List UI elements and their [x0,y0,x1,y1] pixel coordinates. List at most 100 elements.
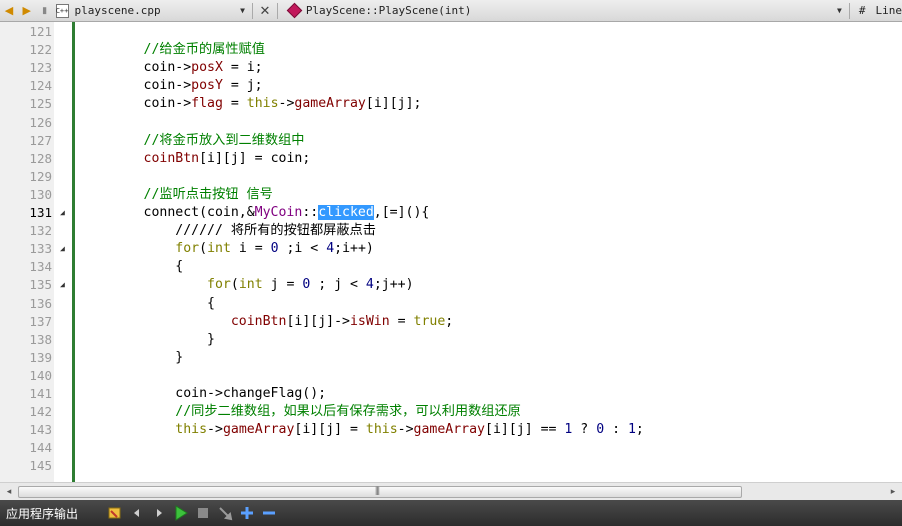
code-token: coinBtn [143,150,200,166]
code-line[interactable]: 137 coinBtn[i][j]->isWin = true; [0,313,902,331]
code-line[interactable]: 143 this->gameArray[i][j] = this->gameAr… [0,421,902,439]
code-token: gameArray [413,422,485,438]
code-token: { [80,295,215,311]
code-token: [i][j] = [294,422,366,438]
close-document-icon[interactable]: ✕ [256,3,274,19]
code-line[interactable]: 132 ////// 将所有的按钮都屏蔽点击 [0,222,902,240]
scrollbar-thumb[interactable]: ||| [18,485,742,498]
code-line[interactable]: 140 [0,367,902,385]
zoom-out-icon[interactable] [258,503,280,523]
code-text: //同步二维数组，如果以后有保存需求，可以利用数组还原 [80,403,521,421]
code-token: j = [262,277,303,293]
code-token: isWin [349,313,390,329]
code-line[interactable]: 136 { [0,295,902,313]
code-text: coin->posX = i; [80,59,263,77]
line-number: 144 [29,440,52,456]
run-icon[interactable] [170,503,192,523]
code-line[interactable]: 135 ◢ for(int j = 0 ; j < 4;j++) [0,276,902,294]
function-symbol-icon [286,2,303,19]
code-line[interactable]: 125 coin->flag = this->gameArray[i][j]; [0,95,902,113]
code-text: { [80,295,215,313]
fold-toggle-icon[interactable]: ◢ [60,204,65,222]
fold-toggle-icon[interactable]: ◢ [60,276,65,294]
code-token: ( [199,241,208,257]
code-token: gameArray [294,96,366,112]
back-arrow-icon[interactable]: ◀ [0,2,18,20]
symbol-selector[interactable]: PlayScene::PlayScene(int) ▼ [285,2,846,20]
code-text: } [80,349,183,367]
code-text: } [80,331,215,349]
code-text: //给金币的属性赋值 [80,41,265,59]
code-token: -> [397,422,414,438]
code-token: //给金币的属性赋值 [80,42,265,58]
next-item-icon[interactable] [148,503,170,523]
code-line[interactable]: 133 ◢ for(int i = 0 ;i < 4;i++) [0,240,902,258]
line-number: 125 [29,96,52,112]
code-token: ;j++) [373,277,414,293]
code-line[interactable]: 138 } [0,331,902,349]
code-token: 4 [365,277,374,293]
code-token: coin-> [80,96,192,112]
code-line[interactable]: 128 coinBtn[i][j] = coin; [0,150,902,168]
code-line[interactable]: 131 ◢ connect(coin,&MyCoin::clicked,[=]()… [0,204,902,222]
code-line[interactable]: 127 //将金币放入到二维数组中 [0,132,902,150]
line-number: 134 [29,259,52,275]
code-editor[interactable]: 121 122 //给金币的属性赋值 123 coin->posX = i; 124 … [0,22,902,482]
code-line[interactable]: 142 //同步二维数组，如果以后有保存需求，可以利用数组还原 [0,403,902,421]
clean-output-icon[interactable] [214,503,236,523]
code-token: coin-> [80,60,192,76]
code-line[interactable]: 129 [0,168,902,186]
code-line[interactable]: 144 [0,439,902,457]
code-line[interactable]: 145 [0,457,902,475]
code-line[interactable]: 130 //监听点击按钮 信号 [0,186,902,204]
code-line[interactable]: 122 //给金币的属性赋值 [0,41,902,59]
lock-icon: ▮ [42,5,48,15]
line-number: 136 [29,295,52,311]
line-column-indicator[interactable]: Line [875,4,902,17]
code-token: MyCoin [254,205,303,220]
line-number: 129 [29,168,52,184]
code-line[interactable]: 123 coin->posX = i; [0,59,902,77]
line-number: 138 [29,331,52,347]
code-token: ;i < [278,241,327,257]
code-token: connect(coin,& [80,205,255,220]
code-token: int [207,241,231,257]
line-number: 140 [29,367,52,383]
code-text: coin->changeFlag(); [80,385,326,403]
line-number: 139 [29,349,52,365]
forward-arrow-icon[interactable]: ▶ [18,2,36,20]
code-token: for [175,241,200,257]
code-line[interactable]: 134 { [0,258,902,276]
line-number: 143 [29,422,52,438]
line-hash-label: # [858,4,866,17]
code-line[interactable]: 124 coin->posY = j; [0,77,902,95]
zoom-in-icon[interactable] [236,503,258,523]
open-file-selector[interactable]: playscene.cpp ▼ [75,2,249,20]
stop-icon[interactable] [192,503,214,523]
code-line[interactable]: 126 [0,114,902,132]
code-token: for [207,277,231,293]
code-line[interactable]: 139 } [0,349,902,367]
previous-item-icon[interactable] [126,503,148,523]
code-token: ,[=](){ [373,205,430,220]
code-token: 0 [270,241,279,257]
code-token: int [238,277,263,293]
code-line[interactable]: 141 coin->changeFlag(); [0,385,902,403]
code-token: //将金币放入到二维数组中 [80,132,305,148]
attach-output-icon[interactable] [104,503,126,523]
fold-toggle-icon[interactable]: ◢ [60,240,65,258]
toolbar-divider [848,2,850,19]
editor-toolbar: ◀ ▶ ▮ C++ playscene.cpp ▼ ✕ PlayScene::P… [0,0,902,22]
code-text: coinBtn[i][j] = coin; [80,150,311,168]
file-name: playscene.cpp [74,4,161,17]
code-text: coin->posY = j; [80,77,263,95]
scroll-right-icon[interactable]: ▸ [886,486,900,497]
horizontal-scrollbar[interactable]: ◂ ||| ▸ [0,482,902,500]
code-line[interactable]: 121 [0,23,902,41]
code-token: coin->changeFlag(); [80,386,327,401]
application-output-bar: 应用程序输出 [0,500,902,526]
code-token: posY [191,78,223,94]
line-number: 124 [29,78,52,94]
scroll-left-icon[interactable]: ◂ [2,486,16,497]
